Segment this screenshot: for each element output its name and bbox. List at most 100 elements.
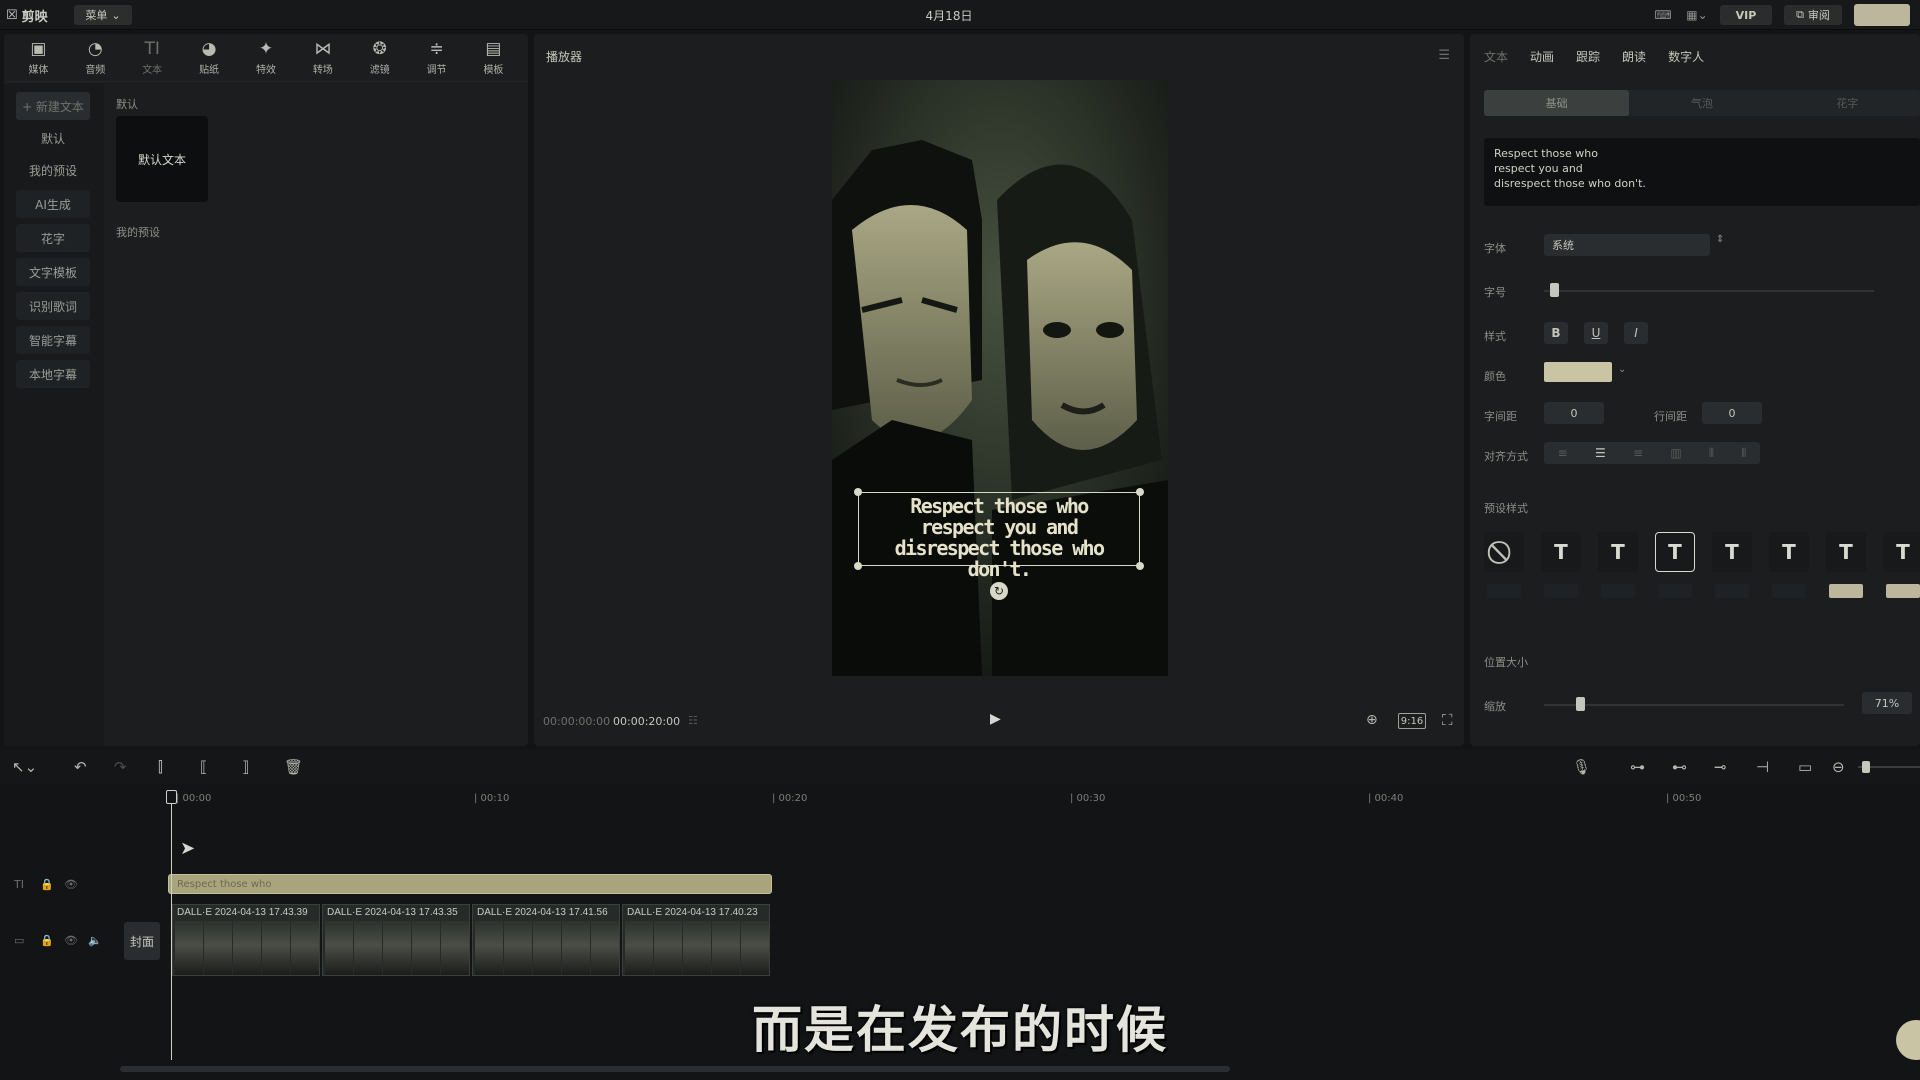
- magnet-icon[interactable]: ⊶: [1630, 758, 1645, 776]
- inspector-tab-0[interactable]: 文本: [1484, 48, 1508, 65]
- preset-style-5[interactable]: T: [1769, 532, 1809, 572]
- shortcut-icon[interactable]: ⌨: [1652, 6, 1674, 24]
- tool-tab-text[interactable]: TI 文本: [126, 39, 178, 76]
- preset-style-variant-3[interactable]: [1658, 584, 1692, 598]
- italic-button[interactable]: I: [1624, 322, 1648, 344]
- video-mute-icon[interactable]: 🔈: [88, 934, 102, 947]
- scale-value[interactable]: 71%: [1862, 692, 1912, 714]
- preset-style-3[interactable]: T: [1655, 532, 1695, 572]
- layout-icon[interactable]: ▦⌄: [1686, 6, 1708, 24]
- resize-handle-tr[interactable]: [1136, 488, 1144, 496]
- timeline-ruler[interactable]: | 00:00 | 00:10 | 00:20 | 00:30 | 00:40 | 00:…: [0, 786, 1920, 808]
- inspector-tab-3[interactable]: 朗读: [1622, 48, 1646, 65]
- preset-style-variant-0[interactable]: [1487, 584, 1521, 598]
- aspect-ratio-button[interactable]: 9:16: [1398, 713, 1426, 729]
- resize-handle-bl[interactable]: [854, 562, 862, 570]
- color-chevron-icon[interactable]: ⌄: [1618, 364, 1626, 375]
- redo-icon[interactable]: ↷: [114, 758, 127, 776]
- no-style-icon[interactable]: ⃠: [1484, 532, 1524, 572]
- video-clip[interactable]: DALL·E 2024-04-13 17.43.35: [322, 904, 470, 976]
- line-spacing-input[interactable]: 0: [1702, 402, 1762, 424]
- sidebar-item-2[interactable]: 我的预设: [16, 156, 90, 184]
- preset-style-7[interactable]: T: [1883, 532, 1920, 572]
- size-slider-track[interactable]: [1544, 290, 1874, 292]
- timecode-menu-icon[interactable]: ☷: [688, 714, 698, 727]
- preset-style-variant-2[interactable]: [1601, 584, 1635, 598]
- tool-tab-media[interactable]: ▣ 媒体: [12, 39, 64, 76]
- align-vertical-icon[interactable]: ⫴: [1709, 446, 1714, 461]
- tool-tab-effects[interactable]: ✦ 特效: [240, 39, 292, 76]
- char-spacing-input[interactable]: 0: [1544, 402, 1604, 424]
- preset-style-2[interactable]: T: [1598, 532, 1638, 572]
- fullscreen-icon[interactable]: ⛶: [1442, 711, 1453, 729]
- zoom-fit-icon[interactable]: ⊕: [1366, 712, 1378, 728]
- preview-axis-icon[interactable]: ⊸: [1714, 758, 1727, 776]
- font-stepper-icon[interactable]: ⇕: [1716, 234, 1724, 245]
- bold-button[interactable]: B: [1544, 322, 1568, 344]
- sidebar-item-8[interactable]: 本地字幕: [16, 360, 90, 388]
- size-slider-knob[interactable]: [1550, 283, 1559, 297]
- tool-tab-adjust[interactable]: ≑ 调节: [411, 39, 463, 76]
- align-right-icon[interactable]: ≡: [1633, 446, 1643, 460]
- sidebar-item-1[interactable]: 默认: [16, 124, 90, 152]
- align-left-icon[interactable]: ≡: [1558, 446, 1568, 460]
- preset-style-variant-7[interactable]: [1886, 584, 1920, 598]
- split-icon[interactable]: ⫿: [158, 758, 163, 776]
- preset-style-4[interactable]: T: [1712, 532, 1752, 572]
- preset-style-variant-4[interactable]: [1715, 584, 1749, 598]
- preset-style-1[interactable]: T: [1541, 532, 1581, 572]
- video-clip[interactable]: DALL·E 2024-04-13 17.43.39: [172, 904, 320, 976]
- microphone-icon[interactable]: 🎙: [1572, 758, 1591, 776]
- align-center-icon[interactable]: ☰: [1595, 446, 1606, 460]
- track-visible-icon[interactable]: 👁: [64, 878, 78, 891]
- video-visible-icon[interactable]: 👁: [64, 934, 78, 947]
- trim-right-icon[interactable]: ⟧: [242, 758, 249, 776]
- inspector-tab-1[interactable]: 动画: [1530, 48, 1554, 65]
- preset-style-variant-5[interactable]: [1772, 584, 1806, 598]
- delete-icon[interactable]: 🗑: [284, 758, 303, 776]
- video-lock-icon[interactable]: 🔒: [40, 934, 54, 947]
- font-select[interactable]: 系统: [1544, 234, 1710, 256]
- playhead-handle[interactable]: [166, 790, 177, 804]
- preset-style-variant-1[interactable]: [1544, 584, 1578, 598]
- resize-handle-tl[interactable]: [854, 488, 862, 496]
- segment-0[interactable]: 基础: [1484, 90, 1630, 116]
- tool-tab-template[interactable]: ▤ 模板: [467, 39, 519, 76]
- default-text-card[interactable]: 默认文本: [116, 116, 208, 202]
- align-justify-icon[interactable]: ▥: [1670, 446, 1681, 460]
- undo-icon[interactable]: ↶: [74, 758, 87, 776]
- segment-2[interactable]: 花字: [1775, 90, 1920, 116]
- tool-tab-transition[interactable]: ⋈ 转场: [297, 39, 349, 76]
- cover-button[interactable]: 封面: [124, 922, 160, 960]
- trim-left-icon[interactable]: ⟦: [200, 758, 207, 776]
- rotate-handle-icon[interactable]: ↻: [990, 582, 1008, 600]
- tool-tab-filter[interactable]: ❂ 滤镜: [354, 39, 406, 76]
- timeline-scrollbar[interactable]: [120, 1066, 1230, 1072]
- align-vertical-center-icon[interactable]: ⫴: [1741, 446, 1746, 461]
- preset-style-variant-6[interactable]: [1829, 584, 1863, 598]
- vip-button[interactable]: VIP: [1720, 5, 1772, 25]
- inspector-tab-4[interactable]: 数字人: [1668, 48, 1704, 65]
- sidebar-item-4[interactable]: 花字: [16, 224, 90, 252]
- sidebar-item-7[interactable]: 智能字幕: [16, 326, 90, 354]
- tool-tab-audio[interactable]: ◔ 音频: [69, 39, 121, 76]
- color-swatch[interactable]: [1544, 362, 1612, 382]
- text-clip[interactable]: Respect those who: [168, 874, 772, 894]
- inspector-tab-2[interactable]: 跟踪: [1576, 48, 1600, 65]
- player-menu-icon[interactable]: ☰: [1438, 48, 1450, 63]
- align-clips-icon[interactable]: ⊣: [1756, 758, 1769, 776]
- tool-tab-sticker[interactable]: ◕ 贴纸: [183, 39, 235, 76]
- sidebar-item-5[interactable]: 文字模板: [16, 258, 90, 286]
- sidebar-item-0[interactable]: + 新建文本: [16, 92, 90, 120]
- sidebar-item-6[interactable]: 识别歌词: [16, 292, 90, 320]
- select-tool-icon[interactable]: ↖⌄: [12, 758, 37, 776]
- video-clip[interactable]: DALL·E 2024-04-13 17.40.23: [622, 904, 770, 976]
- subtitle-icon[interactable]: ▭: [1798, 758, 1812, 776]
- text-content-field[interactable]: Respect those who respect you and disres…: [1484, 138, 1920, 206]
- sidebar-item-3[interactable]: AI生成: [16, 190, 90, 218]
- underline-button[interactable]: U: [1584, 322, 1608, 344]
- zoom-slider-knob[interactable]: [1862, 761, 1870, 773]
- review-button[interactable]: ⧉ 审阅: [1784, 5, 1842, 25]
- segment-1[interactable]: 气泡: [1629, 90, 1774, 116]
- resize-handle-br[interactable]: [1136, 562, 1144, 570]
